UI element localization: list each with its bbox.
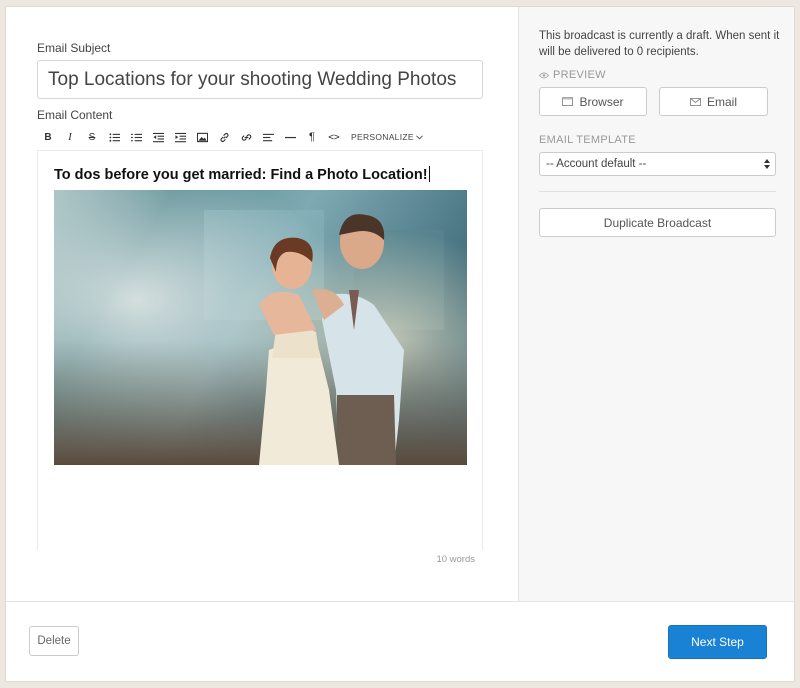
subject-input[interactable]: Top Locations for your shooting Wedding … [37, 60, 483, 99]
preview-section-label: PREVIEW [539, 69, 606, 81]
email-preview-button[interactable]: Email [659, 87, 768, 116]
text-cursor [428, 166, 430, 182]
bullet-list-icon [108, 132, 120, 142]
italic-button[interactable]: I [59, 126, 81, 148]
indent-button[interactable] [169, 126, 191, 148]
chevron-down-icon [415, 134, 423, 140]
link-icon [219, 132, 229, 142]
numbered-list-button[interactable] [125, 126, 147, 148]
unlink-icon [241, 133, 251, 141]
wedding-photo-icon [54, 190, 467, 465]
wedding-photo[interactable] [54, 190, 467, 465]
personalize-dropdown[interactable]: PERSONALIZE [351, 132, 423, 142]
browser-preview-button[interactable]: Browser [539, 87, 647, 116]
email-content-editor[interactable]: To dos before you get married: Find a Ph… [37, 150, 483, 550]
bullet-list-button[interactable] [103, 126, 125, 148]
strikethrough-button[interactable]: S [81, 126, 103, 148]
content-pane: Email Subject Top Locations for your sho… [6, 7, 518, 601]
outdent-icon [152, 132, 164, 142]
indent-icon [174, 132, 186, 142]
link-button[interactable] [213, 126, 235, 148]
content-label: Email Content [37, 108, 113, 122]
sidebar: This broadcast is currently a draft. Whe… [518, 7, 794, 601]
outdent-button[interactable] [147, 126, 169, 148]
email-template-select[interactable]: -- Account default -- [539, 152, 776, 176]
image-icon [196, 132, 208, 142]
unlink-button[interactable] [235, 126, 257, 148]
horizontal-rule-icon [284, 136, 296, 138]
email-template-label: EMAIL TEMPLATE [539, 134, 636, 146]
sidebar-divider [539, 191, 776, 192]
duplicate-broadcast-button[interactable]: Duplicate Broadcast [539, 208, 776, 237]
eye-icon [539, 72, 549, 78]
browser-icon [562, 97, 574, 106]
code-view-button[interactable]: <> [323, 126, 345, 148]
content-heading: To dos before you get married: Find a Ph… [54, 166, 430, 183]
broadcast-editor-window: Email Subject Top Locations for your sho… [5, 6, 795, 682]
bold-button[interactable]: B [37, 126, 59, 148]
personalize-label: PERSONALIZE [351, 132, 414, 142]
align-button[interactable] [257, 126, 279, 148]
word-count: 10 words [436, 554, 475, 565]
delete-button[interactable]: Delete [29, 626, 79, 656]
footer-bar: Delete Next Step [6, 601, 794, 681]
select-arrows-icon [764, 159, 770, 169]
horizontal-rule-button[interactable] [279, 126, 301, 148]
subject-label: Email Subject [37, 41, 111, 55]
align-left-icon [262, 133, 274, 141]
word-count-bar: 10 words [37, 550, 483, 572]
insert-image-button[interactable] [191, 126, 213, 148]
paragraph-button[interactable]: ¶ [301, 126, 323, 148]
editor-toolbar: B I S ¶ <> PERSONALIZE [37, 126, 483, 148]
next-step-button[interactable]: Next Step [668, 625, 767, 659]
draft-status-note: This broadcast is currently a draft. Whe… [539, 30, 780, 58]
envelope-icon [690, 97, 701, 106]
numbered-list-icon [130, 133, 142, 141]
